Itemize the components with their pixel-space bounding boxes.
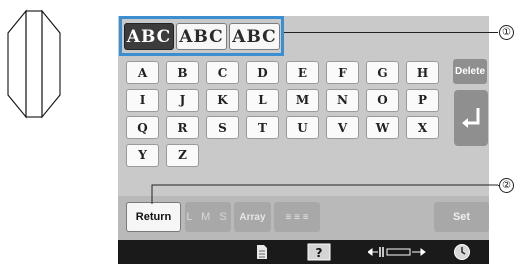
- char-key[interactable]: F: [326, 61, 359, 84]
- char-key[interactable]: J: [166, 88, 199, 112]
- callout-2: ②: [499, 178, 514, 193]
- char-key[interactable]: W: [366, 116, 399, 139]
- svg-text:?: ?: [316, 246, 323, 260]
- callout-line-2: [151, 184, 498, 204]
- enter-button[interactable]: [454, 90, 488, 146]
- char-key[interactable]: Y: [126, 143, 159, 167]
- page-icon[interactable]: [256, 244, 268, 260]
- char-key[interactable]: B: [166, 61, 199, 84]
- delete-button[interactable]: Delete: [453, 59, 487, 84]
- char-key[interactable]: T: [246, 116, 279, 139]
- char-key[interactable]: X: [406, 116, 439, 139]
- char-key[interactable]: U: [286, 116, 319, 139]
- char-key[interactable]: S: [206, 116, 239, 139]
- status-bar: ?: [118, 240, 489, 264]
- char-key[interactable]: P: [406, 88, 439, 112]
- hexagon-outline-icon: [7, 9, 61, 119]
- char-key[interactable]: L: [246, 88, 279, 112]
- help-icon[interactable]: ?: [307, 243, 331, 261]
- char-key[interactable]: K: [206, 88, 239, 112]
- char-key[interactable]: E: [286, 61, 319, 84]
- char-key[interactable]: G: [366, 61, 399, 84]
- char-key[interactable]: O: [366, 88, 399, 112]
- char-key[interactable]: Q: [126, 116, 159, 139]
- char-key[interactable]: A: [126, 61, 159, 84]
- font-tabs-highlight: [119, 16, 284, 56]
- char-key[interactable]: M: [286, 88, 319, 112]
- char-key[interactable]: C: [206, 61, 239, 84]
- char-key[interactable]: H: [406, 61, 439, 84]
- char-key[interactable]: V: [326, 116, 359, 139]
- char-key[interactable]: R: [166, 116, 199, 139]
- clock-icon[interactable]: [453, 243, 471, 261]
- char-key[interactable]: Z: [166, 143, 199, 167]
- char-key[interactable]: D: [246, 61, 279, 84]
- callout-1: ①: [499, 25, 514, 40]
- char-key[interactable]: I: [126, 88, 159, 112]
- spacing-icon[interactable]: [368, 244, 426, 260]
- callout-line-1: [284, 32, 498, 33]
- char-key[interactable]: N: [326, 88, 359, 112]
- enter-arrow-icon: [462, 108, 480, 128]
